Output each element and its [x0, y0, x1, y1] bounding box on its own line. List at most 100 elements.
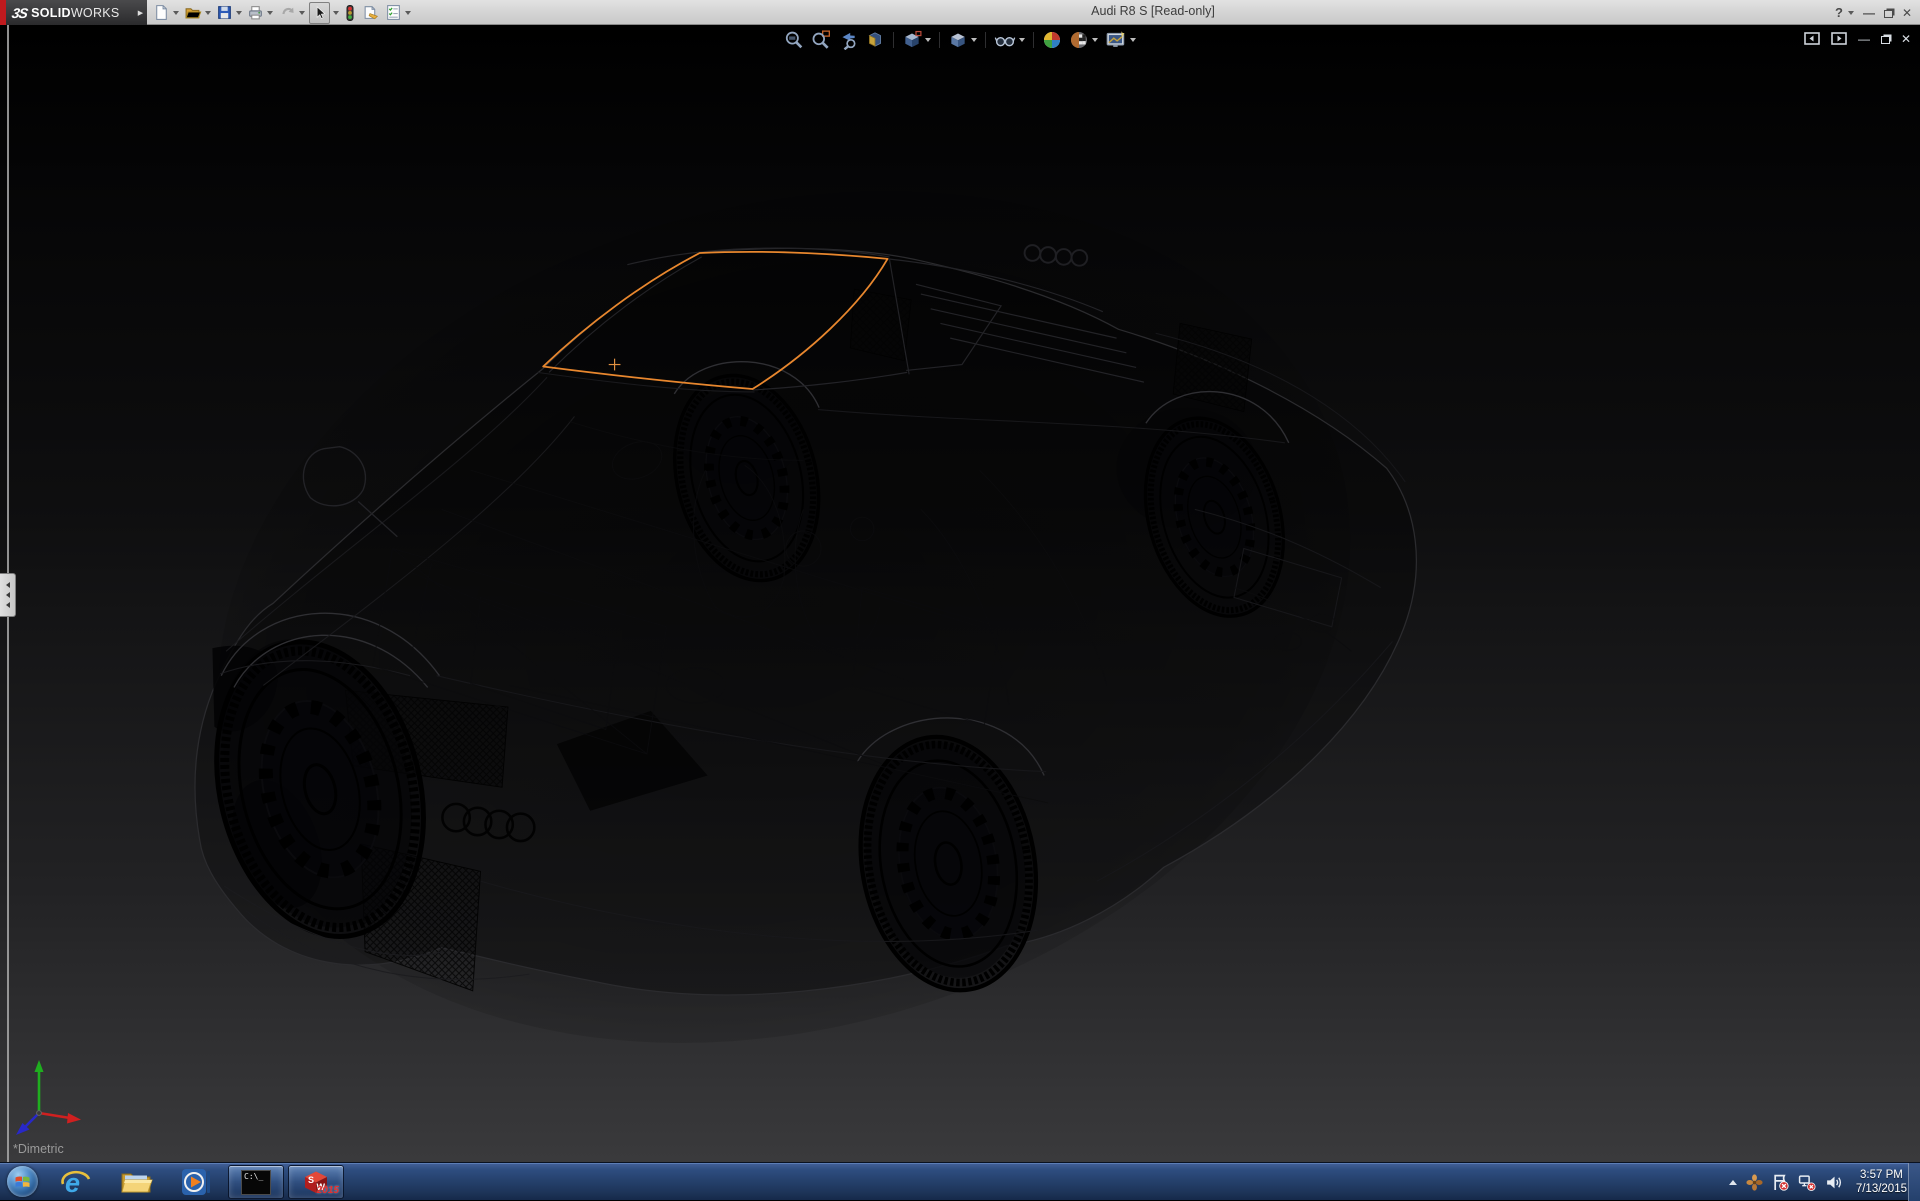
document-restore-button[interactable]	[1881, 36, 1890, 44]
internet-explorer-icon: e	[60, 1167, 92, 1197]
taskbar-item-windows-explorer[interactable]	[108, 1165, 164, 1199]
minimize-button[interactable]: —	[1863, 7, 1875, 19]
taskbar-item-media-player[interactable]	[168, 1165, 224, 1199]
taskbar-item-internet-explorer[interactable]: e	[48, 1165, 104, 1199]
edit-appearance-button[interactable]	[1041, 29, 1063, 51]
options-dropdown[interactable]	[405, 11, 411, 15]
apply-scene-icon	[1069, 30, 1089, 50]
rebuild-traffic-light-icon	[343, 4, 357, 22]
help-button[interactable]: ?	[1835, 5, 1843, 20]
apply-scene-button[interactable]	[1068, 29, 1099, 51]
new-document-icon	[153, 4, 170, 21]
display-style-dropdown[interactable]	[971, 38, 977, 42]
tray-clock[interactable]: 3:57 PM 7/13/2015	[1856, 1168, 1907, 1197]
zoom-to-area-button[interactable]	[810, 29, 832, 51]
volume-icon[interactable]	[1825, 1174, 1843, 1191]
car-wireframe[interactable]	[116, 63, 1452, 1162]
zoom-to-fit-icon	[784, 30, 804, 50]
next-document-icon[interactable]	[1831, 32, 1847, 45]
previous-document-icon[interactable]	[1804, 32, 1820, 45]
view-settings-dropdown[interactable]	[1130, 38, 1136, 42]
rebuild-button[interactable]	[342, 2, 358, 24]
display-style-icon	[948, 30, 968, 50]
expand-arrow-icon	[6, 592, 10, 598]
save-floppy-icon	[216, 4, 233, 21]
toolbar-separator	[893, 32, 894, 48]
view-settings-button[interactable]	[1104, 29, 1137, 51]
zoom-to-area-icon	[811, 30, 831, 50]
section-view-icon	[865, 30, 885, 50]
toolbar-separator	[939, 32, 940, 48]
new-dropdown[interactable]	[173, 11, 179, 15]
document-close-button[interactable]: ✕	[1901, 33, 1911, 45]
command-prompt-icon: C:\_	[241, 1170, 271, 1195]
taskbar: e C:\_	[0, 1162, 1920, 1200]
svg-text:S: S	[308, 1175, 314, 1185]
save-button[interactable]	[215, 2, 243, 24]
open-folder-icon	[184, 4, 202, 21]
orientation-triad	[2, 1056, 94, 1140]
select-dropdown[interactable]	[333, 11, 339, 15]
solidworks-window: 3S SOLIDWORKS ▶	[0, 0, 1920, 1200]
restore-button[interactable]	[1884, 10, 1893, 18]
expand-arrow-icon	[6, 602, 10, 608]
options-checklist-icon	[385, 4, 402, 21]
menu-bar-toolbar	[152, 0, 412, 25]
media-player-icon	[180, 1167, 212, 1197]
solidworks-resource-monitor-icon[interactable]	[1746, 1174, 1763, 1191]
help-dropdown[interactable]	[1848, 11, 1854, 15]
new-button[interactable]	[152, 2, 180, 24]
taskbar-item-command-prompt[interactable]: C:\_	[228, 1165, 284, 1199]
taskbar-items: e C:\_	[48, 1163, 344, 1201]
view-orientation-button[interactable]	[901, 29, 932, 51]
show-desktop-button[interactable]	[1908, 1163, 1920, 1201]
section-view-button[interactable]	[864, 29, 886, 51]
select-button[interactable]	[309, 2, 330, 24]
logo-red-stripe	[0, 0, 6, 25]
document-minimize-button[interactable]: —	[1858, 33, 1870, 45]
tray-time: 3:57 PM	[1856, 1168, 1907, 1182]
print-icon	[247, 4, 264, 21]
heads-up-view-toolbar	[783, 28, 1137, 52]
hide-show-items-button[interactable]	[993, 29, 1026, 51]
print-dropdown[interactable]	[267, 11, 273, 15]
undo-button[interactable]	[277, 2, 306, 24]
windows-flag-icon	[14, 1174, 31, 1189]
system-tray: 3:57 PM 7/13/2015	[1729, 1163, 1907, 1201]
caption-controls: ? — ✕	[1835, 0, 1912, 25]
start-button[interactable]	[7, 1166, 38, 1197]
taskbar-item-solidworks[interactable]: S W 2015	[288, 1165, 344, 1199]
previous-view-icon	[838, 30, 858, 50]
solidworks-logo[interactable]: 3S SOLIDWORKS	[0, 0, 134, 25]
edit-appearance-icon	[1042, 30, 1062, 50]
solidworks-version-badge: 2015	[317, 1185, 339, 1196]
undo-dropdown[interactable]	[299, 11, 305, 15]
zoom-to-fit-button[interactable]	[783, 29, 805, 51]
hide-show-dropdown[interactable]	[1019, 38, 1025, 42]
view-orientation-label: *Dimetric	[13, 1142, 64, 1156]
open-dropdown[interactable]	[205, 11, 211, 15]
expand-arrow-icon	[6, 582, 10, 588]
display-style-button[interactable]	[947, 29, 978, 51]
network-disconnected-icon[interactable]	[1798, 1174, 1816, 1191]
previous-view-button[interactable]	[837, 29, 859, 51]
select-cursor-icon	[312, 4, 327, 21]
close-button[interactable]: ✕	[1902, 7, 1912, 19]
apply-scene-dropdown[interactable]	[1092, 38, 1098, 42]
options-button[interactable]	[384, 2, 412, 24]
feature-panel-expand-tab[interactable]	[0, 573, 16, 617]
open-button[interactable]	[183, 2, 212, 24]
view-settings-icon	[1105, 30, 1127, 50]
view-orientation-dropdown[interactable]	[925, 38, 931, 42]
model-canvas[interactable]	[0, 25, 1920, 1162]
print-button[interactable]	[246, 2, 274, 24]
titlebar: 3S SOLIDWORKS ▶	[0, 0, 1920, 25]
action-center-flag-icon[interactable]	[1772, 1174, 1789, 1191]
view-orientation-icon	[902, 30, 922, 50]
save-dropdown[interactable]	[236, 11, 242, 15]
show-hidden-icons-button[interactable]	[1729, 1180, 1737, 1185]
menu-expand-arrow[interactable]: ▶	[134, 0, 147, 25]
document-window-controls: — ✕	[1804, 32, 1911, 45]
graphics-viewport[interactable]: — ✕ *Dimetric	[0, 25, 1920, 1162]
file-properties-button[interactable]	[361, 2, 381, 24]
